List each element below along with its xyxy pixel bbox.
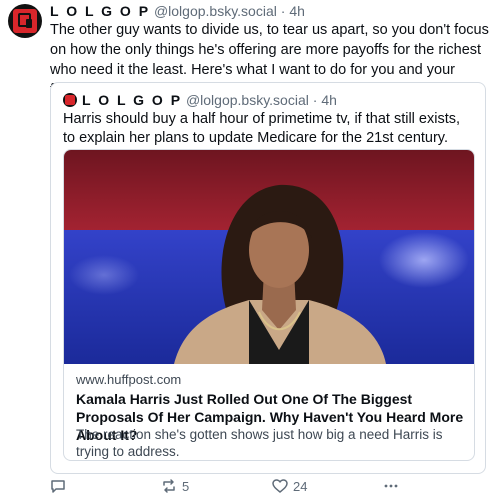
like-button[interactable]: 24 [272, 478, 307, 494]
repost-button[interactable]: 5 [161, 478, 189, 494]
quoted-post-time[interactable]: 4h [321, 92, 337, 108]
quoted-author-handle[interactable]: @lolgop.bsky.social [186, 92, 309, 108]
heart-icon [272, 479, 288, 493]
post-actions: 5 24 [50, 478, 490, 496]
reply-button[interactable] [50, 478, 71, 494]
author-name[interactable]: L O L G O P [50, 3, 150, 19]
like-count: 24 [293, 478, 308, 494]
separator: · [312, 92, 318, 108]
post[interactable]: L O L G O P @lolgop.bsky.social · 4h The… [0, 0, 499, 500]
link-card-image [64, 150, 474, 364]
quoted-post-header: L O L G O P @lolgop.bsky.social · 4h [82, 91, 337, 109]
avatar-logo [13, 9, 37, 33]
comment-icon [51, 480, 65, 493]
more-options-button[interactable] [383, 478, 399, 494]
repost-icon [163, 479, 175, 493]
post-header: L O L G O P @lolgop.bsky.social · 4h [50, 2, 305, 20]
author-handle[interactable]: @lolgop.bsky.social [154, 3, 277, 19]
quoted-author-avatar[interactable] [63, 93, 77, 107]
quoted-post[interactable]: L O L G O P @lolgop.bsky.social · 4h Har… [50, 82, 486, 474]
link-card[interactable]: www.huffpost.com Kamala Harris Just Roll… [63, 149, 475, 461]
separator: · [280, 3, 286, 19]
quoted-author-name[interactable]: L O L G O P [82, 92, 182, 108]
ellipsis-icon [384, 484, 398, 488]
quoted-post-text: Harris should buy a half hour of primeti… [63, 111, 461, 146]
link-card-domain: www.huffpost.com [76, 372, 182, 387]
author-avatar[interactable] [8, 4, 42, 38]
repost-count: 5 [182, 478, 190, 494]
link-card-description: The reaction she's gotten shows just how… [76, 427, 443, 459]
post-time[interactable]: 4h [289, 3, 305, 19]
